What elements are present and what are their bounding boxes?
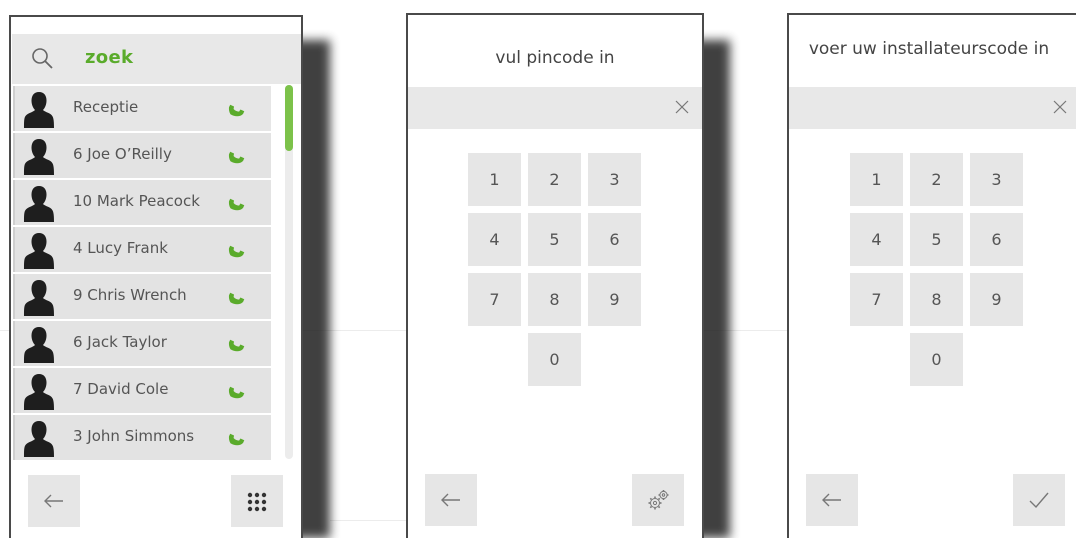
search-bar[interactable]: zoek bbox=[12, 34, 301, 84]
close-icon[interactable] bbox=[1052, 99, 1068, 115]
close-icon[interactable] bbox=[674, 99, 690, 115]
key-0[interactable]: 0 bbox=[528, 333, 581, 386]
directory-panel: zoek Receptie 6 Joe O’Reilly 10 Mark Peaco… bbox=[9, 15, 303, 538]
key-1[interactable]: 1 bbox=[850, 153, 903, 206]
contact-row[interactable]: 3 John Simmons bbox=[13, 415, 271, 460]
arrow-left-icon bbox=[822, 493, 841, 507]
key-2[interactable]: 2 bbox=[910, 153, 963, 206]
installer-title: voer uw installateurscode in bbox=[808, 39, 1050, 59]
key-5[interactable]: 5 bbox=[528, 213, 581, 266]
phone-handset-icon[interactable] bbox=[225, 333, 247, 355]
contact-row[interactable]: 6 Jack Taylor bbox=[13, 321, 271, 366]
key-4[interactable]: 4 bbox=[850, 213, 903, 266]
key-8[interactable]: 8 bbox=[910, 273, 963, 326]
key-2[interactable]: 2 bbox=[528, 153, 581, 206]
contact-name: 6 Joe O’Reilly bbox=[73, 145, 172, 163]
contact-row[interactable]: 9 Chris Wrench bbox=[13, 274, 271, 319]
search-label: zoek bbox=[85, 47, 134, 68]
person-silhouette-icon bbox=[24, 139, 54, 175]
pincode-panel: vul pincode in 123 456 7890 bbox=[406, 13, 704, 538]
keypad-button[interactable] bbox=[231, 475, 283, 527]
person-silhouette-icon bbox=[24, 280, 54, 316]
contact-row[interactable]: Receptie bbox=[13, 86, 271, 131]
pincode-input[interactable] bbox=[408, 87, 702, 129]
installer-panel: voer uw installateurscode in 123 456 7890 bbox=[787, 13, 1076, 538]
phone-handset-icon[interactable] bbox=[225, 192, 247, 214]
person-silhouette-icon bbox=[24, 186, 54, 222]
keypad-grid-icon bbox=[247, 492, 267, 512]
contact-row[interactable]: 10 Mark Peacock bbox=[13, 180, 271, 225]
scrollbar-thumb[interactable] bbox=[285, 85, 293, 151]
key-1[interactable]: 1 bbox=[468, 153, 521, 206]
contact-row[interactable]: 4 Lucy Frank bbox=[13, 227, 271, 272]
person-silhouette-icon bbox=[24, 92, 54, 128]
back-button[interactable] bbox=[806, 474, 858, 526]
phone-handset-icon[interactable] bbox=[225, 145, 247, 167]
key-6[interactable]: 6 bbox=[588, 213, 641, 266]
search-icon bbox=[32, 48, 53, 69]
phone-handset-icon[interactable] bbox=[225, 427, 247, 449]
installer-code-input[interactable] bbox=[789, 87, 1076, 129]
contact-name: 9 Chris Wrench bbox=[73, 286, 187, 304]
contact-name: 7 David Cole bbox=[73, 380, 169, 398]
contact-name: 6 Jack Taylor bbox=[73, 333, 167, 351]
arrow-left-icon bbox=[441, 493, 460, 507]
key-7[interactable]: 7 bbox=[468, 273, 521, 326]
settings-button[interactable] bbox=[632, 474, 684, 526]
key-7[interactable]: 7 bbox=[850, 273, 903, 326]
key-4[interactable]: 4 bbox=[468, 213, 521, 266]
key-3[interactable]: 3 bbox=[588, 153, 641, 206]
contact-row[interactable]: 6 Joe O’Reilly bbox=[13, 133, 271, 178]
contact-name: 3 John Simmons bbox=[73, 427, 195, 445]
person-silhouette-icon bbox=[24, 233, 54, 269]
contact-row[interactable]: 7 David Cole bbox=[13, 368, 271, 413]
key-9[interactable]: 9 bbox=[970, 273, 1023, 326]
person-silhouette-icon bbox=[24, 374, 54, 410]
contact-name: 10 Mark Peacock bbox=[73, 192, 200, 210]
key-0[interactable]: 0 bbox=[910, 333, 963, 386]
phone-handset-icon[interactable] bbox=[225, 286, 247, 308]
phone-handset-icon[interactable] bbox=[225, 380, 247, 402]
key-5[interactable]: 5 bbox=[910, 213, 963, 266]
phone-handset-icon[interactable] bbox=[225, 98, 247, 120]
phone-handset-icon[interactable] bbox=[225, 239, 247, 261]
person-silhouette-icon bbox=[24, 327, 54, 363]
scrollbar[interactable] bbox=[285, 85, 293, 459]
contact-name: 4 Lucy Frank bbox=[73, 239, 168, 257]
key-6[interactable]: 6 bbox=[970, 213, 1023, 266]
contact-name: Receptie bbox=[73, 98, 139, 116]
key-3[interactable]: 3 bbox=[970, 153, 1023, 206]
pincode-title: vul pincode in bbox=[495, 48, 615, 68]
gears-icon bbox=[648, 490, 669, 510]
contact-list: Receptie 6 Joe O’Reilly 10 Mark Peacock 4 L… bbox=[13, 86, 271, 462]
confirm-button[interactable] bbox=[1013, 474, 1065, 526]
key-9[interactable]: 9 bbox=[588, 273, 641, 326]
arrow-left-icon bbox=[44, 494, 63, 508]
back-button[interactable] bbox=[425, 474, 477, 526]
background-divider bbox=[330, 520, 410, 521]
person-silhouette-icon bbox=[24, 421, 54, 457]
checkmark-icon bbox=[1029, 492, 1049, 509]
key-8[interactable]: 8 bbox=[528, 273, 581, 326]
back-button[interactable] bbox=[28, 475, 80, 527]
